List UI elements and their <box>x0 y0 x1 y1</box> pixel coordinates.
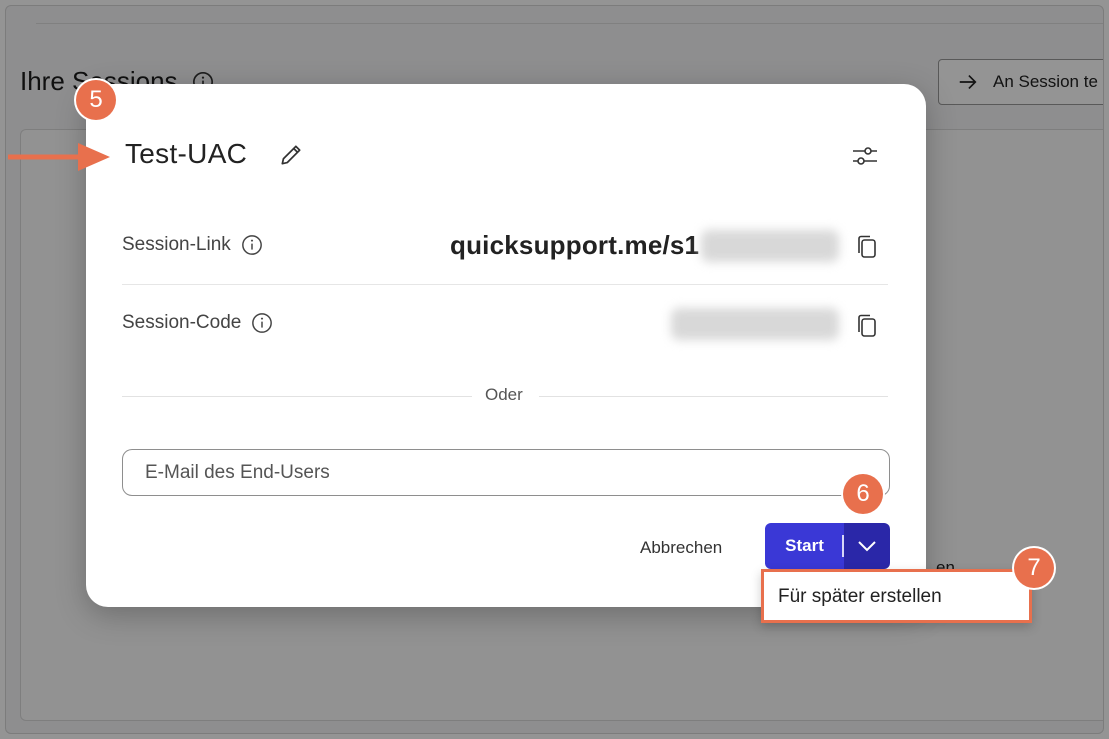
session-link-value[interactable]: quicksupport.me/s1 <box>450 230 699 261</box>
session-code-label-text: Session-Code <box>122 312 242 333</box>
annotation-badge-5: 5 <box>76 80 116 120</box>
redacted-link-part <box>701 230 839 262</box>
start-options-menu: Für später erstellen <box>761 569 1032 623</box>
copy-icon[interactable] <box>855 313 879 339</box>
annotation-badge-6: 6 <box>843 474 883 514</box>
info-icon[interactable] <box>241 234 263 256</box>
end-user-email-input[interactable] <box>122 449 890 496</box>
session-link-label: Session-Link <box>122 234 263 256</box>
info-icon[interactable] <box>251 312 273 334</box>
session-code-label: Session-Code <box>122 312 273 334</box>
create-for-later-item[interactable]: Für später erstellen <box>778 586 942 608</box>
or-text: Oder <box>485 385 523 404</box>
annotation-badge-7: 7 <box>1014 548 1054 588</box>
row-divider <box>122 284 888 285</box>
session-name: Test-UAC <box>125 138 248 169</box>
start-options-dropdown[interactable] <box>844 523 890 569</box>
annotation-arrow-icon <box>8 143 110 171</box>
session-link-label-text: Session-Link <box>122 234 231 255</box>
or-line-left <box>122 396 472 397</box>
session-dialog: Test-UAC Session-Link quicksupport.me/s1… <box>86 84 926 607</box>
pencil-icon[interactable] <box>278 142 304 168</box>
or-line-right <box>539 396 888 397</box>
start-button[interactable]: Start <box>765 523 844 569</box>
redacted-session-code <box>671 308 839 340</box>
cancel-button[interactable]: Abbrechen <box>634 534 728 562</box>
copy-icon[interactable] <box>855 234 879 260</box>
or-separator: Oder <box>122 385 888 407</box>
chevron-down-icon <box>858 541 876 552</box>
sliders-icon[interactable] <box>851 142 879 170</box>
